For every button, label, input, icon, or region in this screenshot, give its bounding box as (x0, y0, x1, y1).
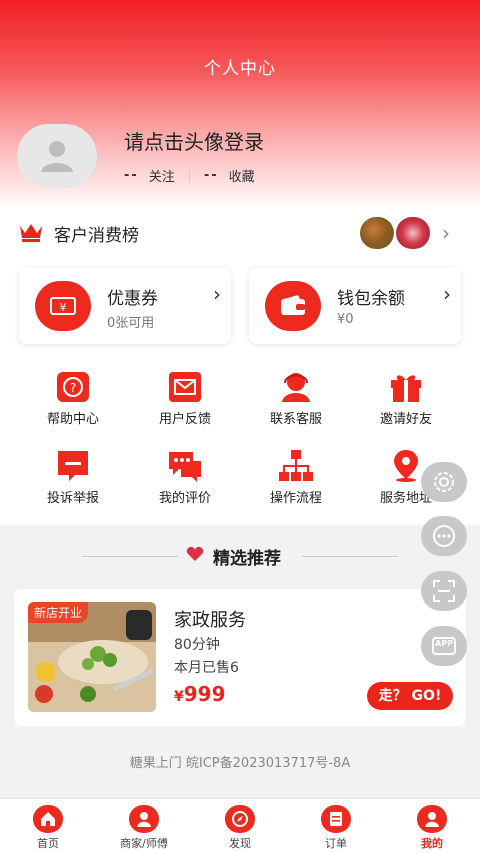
menu-my-reviews[interactable]: 我的评价 (130, 449, 240, 513)
heart-icon (186, 546, 204, 561)
menu-operation-flow[interactable]: 操作流程 (241, 449, 351, 513)
ranking-thumbnail (360, 217, 394, 249)
coupon-card[interactable]: ¥ 优惠券 0张可用 › (19, 268, 231, 344)
tab-profile[interactable]: 我的 (384, 805, 480, 853)
merchant-icon (129, 805, 159, 833)
new-store-badge: 新店开业 (28, 602, 89, 623)
scan-button[interactable] (421, 571, 467, 611)
menu-label: 操作流程 (269, 491, 322, 506)
review-icon (169, 452, 201, 482)
tab-label: 我的 (421, 837, 443, 850)
bottom-tab-bar: 首页 商家/师傅 发现 订单 我的 (0, 798, 480, 853)
menu-label: 用户反馈 (158, 412, 211, 427)
ranking-thumbnails (360, 217, 434, 249)
profile-icon (417, 805, 447, 833)
ranking-label: 客户消费榜 (54, 226, 139, 246)
login-prompt[interactable]: 请点击头像登录 (124, 126, 264, 155)
coupon-title: 优惠券 (107, 289, 158, 309)
divider (82, 556, 178, 557)
tab-label: 订单 (325, 837, 347, 850)
product-price: ¥999 (174, 682, 226, 706)
price-currency: ¥ (174, 689, 184, 705)
tab-orders[interactable]: 订单 (288, 805, 384, 853)
menu-contact-service[interactable]: 联系客服 (241, 370, 351, 434)
favorite-label[interactable]: 收藏 (229, 166, 255, 185)
menu-complaint[interactable]: 投诉举报 (18, 449, 128, 513)
settings-icon (434, 472, 454, 492)
favorite-count: -- (203, 168, 219, 183)
coupon-subtitle: 0张可用 (107, 316, 155, 331)
svg-text:¥: ¥ (60, 301, 67, 314)
chat-icon (433, 525, 455, 547)
menu-help-center[interactable]: ? 帮助中心 (18, 370, 128, 434)
wallet-card[interactable]: 钱包余额 ¥0 › (249, 268, 461, 344)
divider (188, 169, 190, 182)
avatar[interactable] (17, 124, 97, 188)
feedback-icon (169, 372, 201, 402)
icp-footer: 糖果上门 皖ICP备2023013717号-8A (129, 756, 351, 771)
chevron-right-icon: › (443, 282, 451, 306)
crown-icon (20, 224, 42, 242)
product-duration: 80分钟 (174, 637, 220, 653)
location-icon (394, 450, 418, 482)
menu-label: 联系客服 (269, 412, 322, 427)
chevron-right-icon: › (213, 282, 221, 306)
menu-label: 邀请好友 (379, 412, 432, 427)
tab-label: 发现 (229, 837, 251, 850)
customer-ranking-row[interactable]: 客户消费榜 › (0, 209, 480, 255)
go-button[interactable]: 走？ GO! (367, 682, 453, 710)
menu-label: 投诉举报 (46, 491, 99, 506)
scan-icon (433, 580, 455, 602)
menu-invite-friends[interactable]: 邀请好友 (351, 370, 461, 434)
follow-count: -- (124, 168, 139, 183)
tab-label: 首页 (37, 837, 59, 850)
chat-button[interactable] (421, 516, 467, 556)
recommend-title: 精选推荐 (213, 549, 281, 569)
tab-discover[interactable]: 发现 (192, 805, 288, 853)
menu-label: 我的评价 (158, 491, 211, 506)
tab-merchant[interactable]: 商家/师傅 (96, 805, 192, 853)
chevron-right-icon: › (442, 221, 450, 245)
page-title: 个人中心 (204, 59, 276, 79)
coupon-icon: ¥ (35, 281, 91, 331)
tab-label: 商家/师傅 (120, 837, 168, 850)
app-button-label: APP (435, 639, 453, 648)
home-icon (33, 805, 63, 833)
discover-icon (225, 805, 255, 833)
tab-home[interactable]: 首页 (0, 805, 96, 853)
follow-label[interactable]: 关注 (149, 166, 175, 185)
wallet-title: 钱包余额 (337, 289, 405, 309)
menu-user-feedback[interactable]: 用户反馈 (130, 370, 240, 434)
product-card[interactable]: 新店开业 家政服务 80分钟 本月已售6 ¥999 走？ GO! (14, 589, 466, 726)
product-sold: 本月已售6 (174, 660, 239, 676)
menu-label: 帮助中心 (46, 412, 99, 427)
help-icon: ? (57, 372, 89, 402)
product-name: 家政服务 (174, 610, 246, 631)
complaint-icon (58, 451, 88, 481)
user-icon (41, 141, 73, 172)
gift-icon (391, 375, 421, 402)
flowchart-icon (279, 450, 313, 481)
svg-text:?: ? (70, 381, 76, 395)
divider (302, 556, 398, 557)
ranking-thumbnail (396, 217, 430, 249)
order-icon (321, 805, 351, 833)
price-value: 999 (183, 682, 226, 706)
wallet-icon (265, 281, 321, 331)
profile-stats: -- 关注 -- 收藏 (124, 166, 255, 185)
settings-button[interactable] (421, 462, 467, 502)
customer-service-icon (282, 373, 310, 402)
app-button[interactable]: APP (421, 626, 467, 666)
wallet-subtitle: ¥0 (337, 312, 354, 327)
recommend-header: 精选推荐 (0, 540, 480, 570)
